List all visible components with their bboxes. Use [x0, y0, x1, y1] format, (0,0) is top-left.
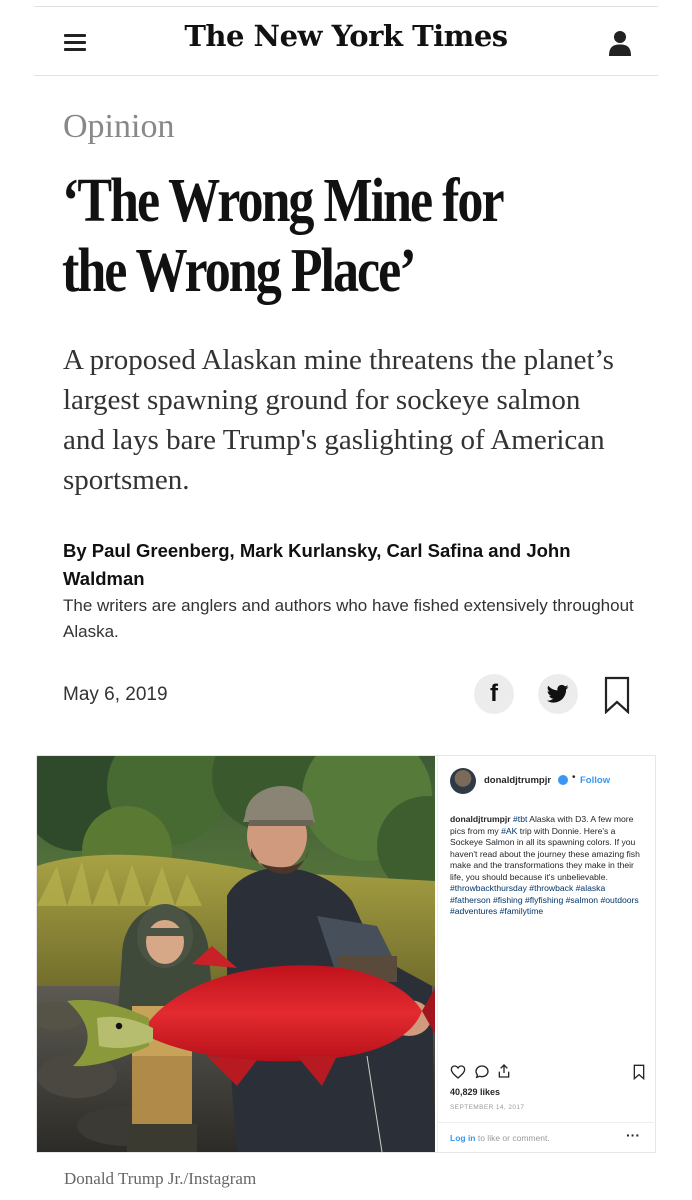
headline-line-2: the Wrong Place’: [62, 237, 417, 305]
heart-icon[interactable]: [450, 1064, 466, 1080]
article-image: donaldjtrumpjr • Follow donaldjtrumpjr #…: [36, 755, 656, 1153]
more-options-icon[interactable]: ···: [626, 1127, 640, 1143]
twitter-icon: [547, 684, 569, 703]
publish-date: May 6, 2019: [63, 684, 168, 705]
summary: A proposed Alaskan mine threatens the pl…: [63, 344, 614, 496]
instagram-footer: Log in to like or comment. ···: [438, 1122, 654, 1152]
top-bar: The New York Times: [34, 6, 658, 76]
bookmark-icon[interactable]: [632, 1064, 646, 1080]
headline: ‘The Wrong Mine for the Wrong Place’: [62, 166, 532, 306]
separator-dot: •: [572, 772, 576, 783]
facebook-share-button[interactable]: f: [474, 674, 514, 714]
post-date: SEPTEMBER 14, 2017: [450, 1104, 525, 1111]
fishing-photo: [37, 756, 435, 1152]
masthead-logo[interactable]: The New York Times: [34, 19, 658, 53]
follow-button[interactable]: Follow: [580, 775, 610, 786]
instagram-header: donaldjtrumpjr • Follow: [450, 768, 650, 794]
login-prompt: Log in to like or comment.: [450, 1133, 550, 1143]
instagram-username[interactable]: donaldjtrumpjr: [484, 775, 551, 786]
instagram-actions: [450, 1064, 648, 1082]
caption-username[interactable]: donaldjtrumpjr: [450, 814, 511, 824]
headline-line-1: ‘The Wrong Mine for: [62, 167, 505, 235]
photo-credit: Donald Trump Jr./Instagram: [64, 1169, 257, 1188]
caption-hashtag[interactable]: #tbt: [513, 814, 527, 824]
instagram-panel: donaldjtrumpjr • Follow donaldjtrumpjr #…: [437, 756, 655, 1152]
comment-icon[interactable]: [474, 1064, 490, 1080]
author-bio: The writers are anglers and authors who …: [63, 596, 634, 641]
bookmark-icon[interactable]: [604, 676, 630, 715]
share-icon[interactable]: [496, 1063, 512, 1079]
caption-hashtag[interactable]: #AK: [501, 826, 517, 836]
login-link[interactable]: Log in: [450, 1133, 476, 1143]
verified-badge-icon: [558, 775, 568, 785]
like-count[interactable]: 40,829 likes: [450, 1087, 500, 1097]
user-icon[interactable]: [608, 29, 632, 57]
instagram-caption: donaldjtrumpjr #tbt Alaska with D3. A fe…: [450, 814, 648, 918]
facebook-icon: f: [490, 680, 498, 707]
article-page: The New York Times Opinion ‘The Wrong Mi…: [0, 0, 692, 1200]
twitter-share-button[interactable]: [538, 674, 578, 714]
byline: By Paul Greenberg, Mark Kurlansky, Carl …: [63, 540, 571, 589]
avatar[interactable]: [450, 768, 476, 794]
caption-hashtags[interactable]: #throwbackthursday #throwback #alaska #f…: [450, 883, 639, 916]
section-label[interactable]: Opinion: [63, 108, 174, 146]
login-suffix: to like or comment.: [475, 1133, 550, 1143]
